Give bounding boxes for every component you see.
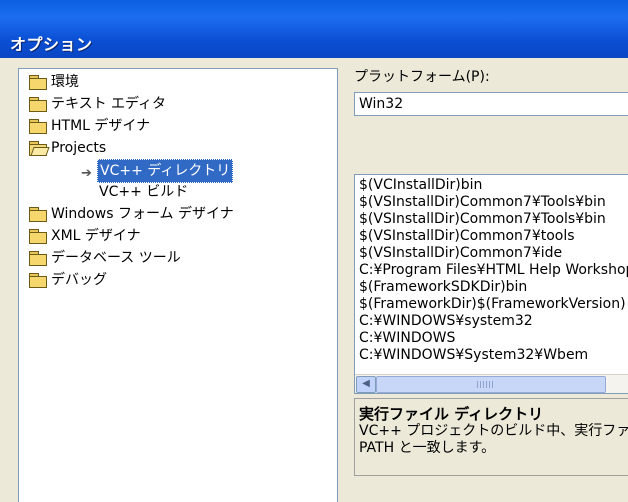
platform-label: プラットフォーム(P):: [354, 69, 490, 85]
platform-select[interactable]: Win32: [354, 92, 628, 116]
description-panel: 実行ファイル ディレクトリ VC++ プロジェクトのビルド中、実行ファイル PA…: [354, 398, 628, 476]
list-item[interactable]: C:¥WINDOWS¥System32¥Wbem: [359, 347, 588, 364]
tree-item-label: VC++ ビルド: [99, 184, 189, 200]
folder-icon: [29, 97, 47, 112]
tree-item-label: HTML デザイナ: [51, 118, 151, 134]
chevron-left-icon: ◀: [362, 378, 370, 389]
folder-icon: [29, 207, 47, 222]
folder-icon: [29, 251, 47, 266]
folder-icon: [29, 75, 47, 90]
list-item[interactable]: C:¥WINDOWS¥system32: [359, 313, 533, 330]
list-item[interactable]: $(FrameworkSDKDir)bin: [359, 279, 527, 296]
description-title: 実行ファイル ディレクトリ: [359, 405, 544, 423]
tree-item-label: データベース ツール: [51, 250, 181, 266]
tree-item-label: VC++ ディレクトリ: [97, 159, 234, 183]
list-item[interactable]: $(VCInstallDir)bin: [359, 177, 482, 194]
list-item[interactable]: C:¥Program Files¥HTML Help Workshop: [359, 262, 628, 279]
options-tree[interactable]: 環境 テキスト エディタ HTML デザイナ Projects ➔ VC++ デ…: [18, 68, 338, 502]
folder-icon: [29, 229, 47, 244]
folder-icon: [29, 273, 47, 288]
folder-icon: [29, 119, 47, 134]
list-item[interactable]: $(VSInstallDir)Common7¥ide: [359, 245, 562, 262]
folder-open-icon: [29, 141, 50, 156]
list-item[interactable]: $(VSInstallDir)Common7¥tools: [359, 228, 575, 245]
tree-item-label: XML デザイナ: [51, 228, 141, 244]
directory-list[interactable]: $(VCInstallDir)bin $(VSInstallDir)Common…: [354, 174, 628, 394]
list-item[interactable]: $(VSInstallDir)Common7¥Tools¥bin: [359, 211, 606, 228]
tree-item-label: 環境: [51, 74, 79, 90]
list-item[interactable]: C:¥WINDOWS: [359, 330, 455, 347]
list-item[interactable]: $(VSInstallDir)Common7¥Tools¥bin: [359, 194, 606, 211]
arrow-right-icon: ➔: [81, 166, 92, 181]
scroll-left-button[interactable]: ◀: [356, 376, 376, 393]
options-dialog: 環境 テキスト エディタ HTML デザイナ Projects ➔ VC++ デ…: [0, 58, 628, 502]
title-bar[interactable]: オプション: [0, 0, 628, 58]
tree-item-label: テキスト エディタ: [51, 96, 167, 112]
tree-item-label: Projects: [51, 140, 107, 156]
horizontal-scrollbar[interactable]: ◀: [355, 374, 628, 393]
scrollbar-thumb[interactable]: [376, 376, 606, 393]
tree-item-label: デバッグ: [51, 272, 107, 288]
window-title: オプション: [10, 35, 93, 54]
list-item[interactable]: $(FrameworkDir)$(FrameworkVersion): [359, 296, 626, 313]
platform-value: Win32: [359, 96, 404, 112]
tree-item-label: Windows フォーム デザイナ: [51, 206, 234, 222]
grip-icon: [477, 381, 493, 388]
description-body: VC++ プロジェクトのビルド中、実行ファイル PATH と一致します。: [359, 423, 628, 456]
